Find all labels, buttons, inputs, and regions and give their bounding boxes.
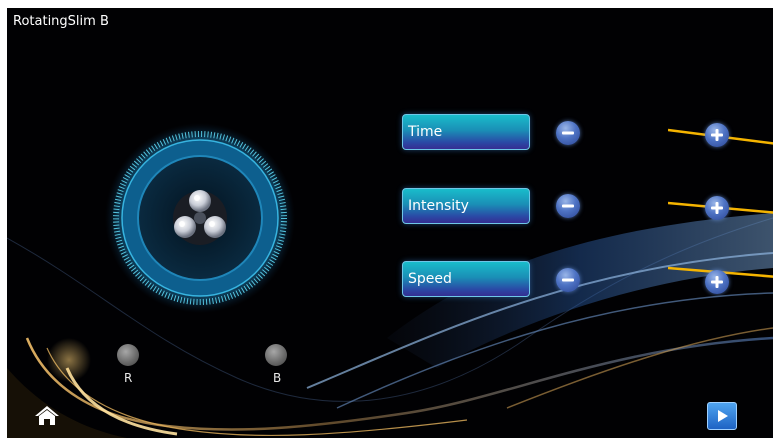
app-title: RotatingSlim B (13, 14, 109, 29)
b-indicator-light[interactable] (265, 344, 287, 366)
minus-icon (562, 278, 574, 282)
intensity-button[interactable]: Intensity (402, 188, 530, 224)
time-button[interactable]: Time (402, 114, 530, 150)
speed-button[interactable]: Speed (402, 261, 530, 297)
plus-icon (711, 276, 723, 288)
intensity-decrease-button[interactable] (556, 194, 580, 218)
speed-label: Speed (408, 271, 452, 287)
speed-increase-button[interactable] (705, 270, 729, 294)
time-increase-button[interactable] (705, 123, 729, 147)
b-indicator-label: B (273, 371, 282, 385)
plus-icon (711, 129, 723, 141)
home-icon (35, 406, 59, 425)
minus-icon (562, 131, 574, 135)
intensity-label: Intensity (408, 198, 469, 214)
home-button[interactable] (33, 403, 61, 427)
time-label: Time (408, 124, 443, 140)
start-button[interactable] (707, 402, 737, 430)
rotating-dial[interactable] (105, 123, 295, 313)
device-screen: RotatingSlim B Time Intensity Speed R B (7, 8, 773, 438)
intensity-increase-button[interactable] (705, 196, 729, 220)
minus-icon (562, 204, 574, 208)
r-indicator-light[interactable] (117, 344, 139, 366)
plus-icon (711, 202, 723, 214)
r-indicator-label: R (124, 371, 133, 385)
speed-decrease-button[interactable] (556, 268, 580, 292)
time-decrease-button[interactable] (556, 121, 580, 145)
play-icon (718, 410, 728, 422)
